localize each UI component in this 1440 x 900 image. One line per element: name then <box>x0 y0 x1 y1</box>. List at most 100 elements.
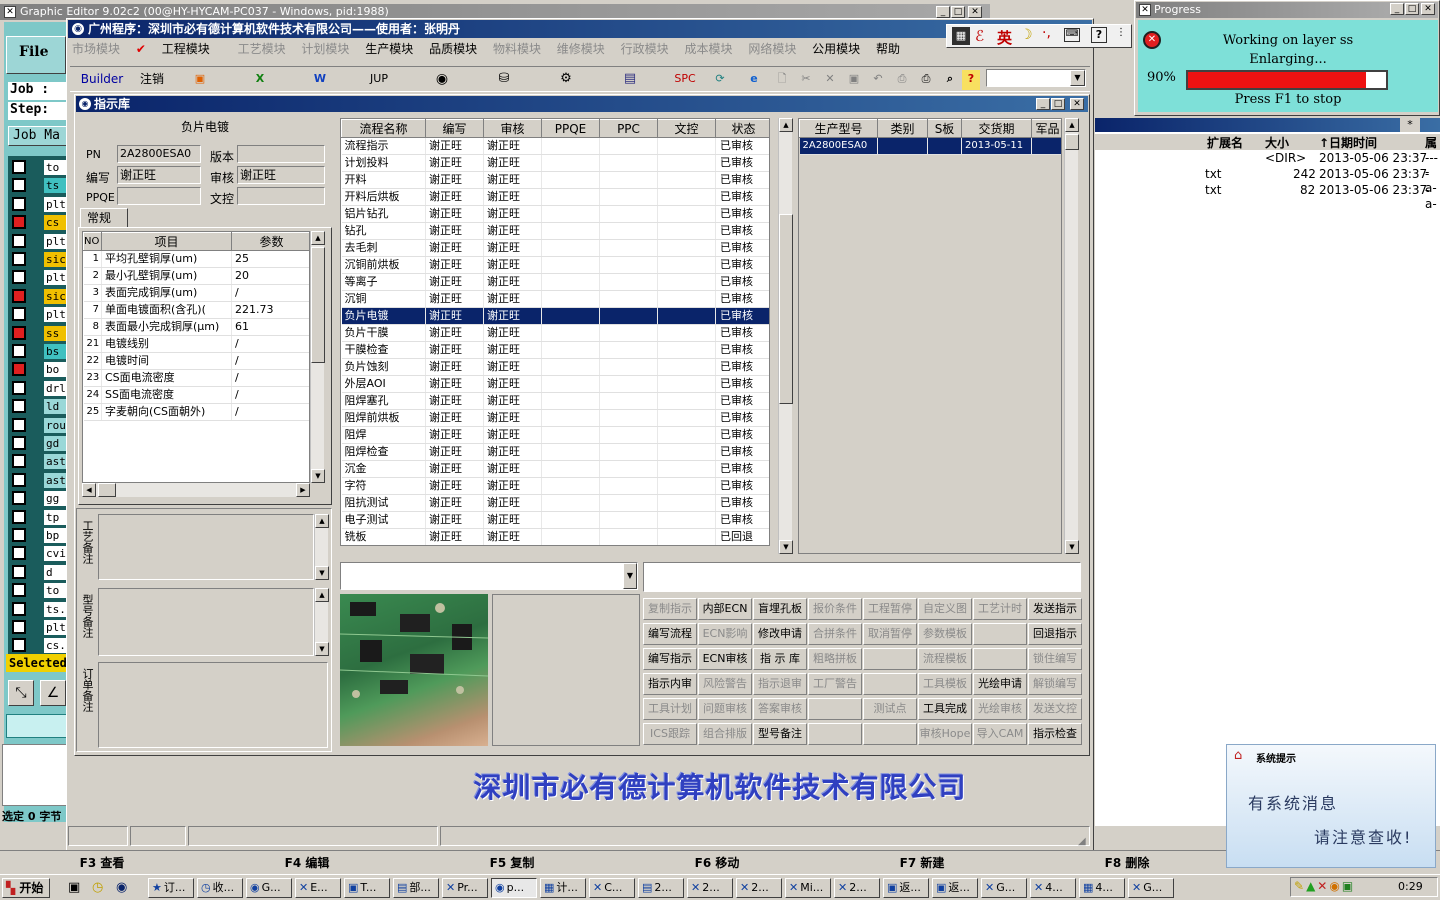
ime-help-icon[interactable]: ? <box>1091 27 1107 43</box>
layer-label[interactable]: ss <box>44 325 66 341</box>
help-icon[interactable]: ? <box>962 70 980 90</box>
layer-checkbox[interactable] <box>12 454 26 469</box>
function-button[interactable]: 流程模板 <box>918 648 972 670</box>
layer-checkbox[interactable] <box>12 160 26 174</box>
note-model-scrollbar[interactable]: ▲ ▼ <box>314 588 329 656</box>
layer-label[interactable]: plt <box>44 233 66 249</box>
function-button[interactable] <box>808 698 862 720</box>
fkey-f7[interactable]: F7 新建 <box>822 854 1022 871</box>
ie-icon[interactable]: e <box>744 70 764 90</box>
scroll-right-icon[interactable]: ▶ <box>296 483 310 497</box>
function-button[interactable]: 测试点 <box>863 698 917 720</box>
layer-checkbox[interactable] <box>12 270 26 285</box>
scroll-thumb[interactable] <box>1065 134 1079 150</box>
layer-label[interactable]: plt <box>44 620 66 635</box>
menu-planning[interactable]: 计划模块 <box>301 40 349 58</box>
menu-market[interactable]: 市场模块 <box>72 40 120 58</box>
layer-checkbox[interactable] <box>12 417 26 432</box>
refresh-icon[interactable]: ⟳ <box>710 70 730 90</box>
flow-row[interactable]: 流程指示 谢正旺 谢正旺 已审核 <box>341 137 769 155</box>
param-row[interactable]: 7 单面电镀面积(含孔)(221.73 <box>83 301 309 319</box>
layer-checkbox[interactable] <box>12 252 26 266</box>
layer-label[interactable]: rou <box>44 417 66 433</box>
flow-col-ppc[interactable]: PPC <box>599 119 658 138</box>
ime-options-icon[interactable]: ⋮ <box>1116 27 1126 38</box>
prod-col-s-board[interactable]: S板 <box>927 119 962 138</box>
layer-checkbox[interactable] <box>12 509 26 524</box>
function-button[interactable]: 粗略拼板 <box>808 648 862 670</box>
menu-production[interactable]: 生产模块 <box>365 40 413 58</box>
taskbar-item[interactable]: ✕ 2... <box>736 878 782 898</box>
function-button[interactable]: 组合排版 <box>698 723 752 745</box>
param-row[interactable]: 8 表面最小完成铜厚(μm) 61 <box>83 318 309 336</box>
file-row[interactable]: <DIR> 2013-05-06 23:37 ---- <box>1095 151 1440 179</box>
flow-row[interactable]: 沉铜 谢正旺 谢正旺 已审核 <box>341 290 769 308</box>
layer-checkbox[interactable] <box>12 215 26 230</box>
layer-checkbox[interactable] <box>12 399 26 414</box>
param-row[interactable]: 3 表面完成铜厚(um) / <box>83 284 309 302</box>
flow-col-review[interactable]: 审核 <box>483 119 542 138</box>
col-size[interactable]: 大小 <box>1265 134 1289 151</box>
scroll-up-icon[interactable]: ▲ <box>1065 118 1079 132</box>
taskbar-item[interactable]: ★ 订... <box>148 878 194 898</box>
flow-row[interactable]: 阻焊前烘板 谢正旺 谢正旺 已审核 <box>341 409 769 427</box>
flow-col-author[interactable]: 编写 <box>425 119 484 138</box>
editor-minimize-button[interactable]: _ <box>936 6 950 18</box>
scroll-up-icon[interactable]: ▲ <box>315 514 329 528</box>
layer-label[interactable]: to <box>44 160 66 175</box>
eye-icon[interactable]: ◉ <box>430 70 454 90</box>
fkey-f6[interactable]: F6 移动 <box>617 854 817 871</box>
layer-label[interactable]: sic <box>44 252 66 267</box>
file-list-header[interactable]: 扩展名 大小 ↑日期时间 属 <box>1095 134 1440 150</box>
layer-checkbox[interactable] <box>12 620 26 634</box>
ime-logo-icon[interactable]: ▦ <box>952 27 970 45</box>
function-button[interactable]: 编写流程 <box>643 623 697 645</box>
scroll-down-icon[interactable]: ▼ <box>311 469 325 483</box>
note-order-field[interactable] <box>98 662 328 748</box>
function-button[interactable]: 盲埋孔板 <box>753 598 807 620</box>
function-button[interactable]: 编写指示 <box>643 648 697 670</box>
fkey-f3[interactable]: F3 查看 <box>2 854 202 871</box>
flow-row[interactable]: 阻抗测试 谢正旺 谢正旺 已审核 <box>341 494 769 512</box>
zoom-fit-icon[interactable]: ⤡ <box>8 680 34 706</box>
scroll-up-icon[interactable]: ▲ <box>311 231 325 245</box>
flow-row[interactable]: 阻焊检查 谢正旺 谢正旺 已审核 <box>341 443 769 461</box>
ime-moon-icon[interactable]: ☽ <box>1020 27 1033 43</box>
taskbar-item[interactable]: ✕ Pr... <box>442 878 488 898</box>
function-button[interactable] <box>973 623 1027 645</box>
taskbar-item[interactable]: ✕ Mi... <box>785 878 831 898</box>
function-button[interactable]: 工具计划 <box>643 698 697 720</box>
start-button[interactable]: ▚ 开始 <box>2 878 50 898</box>
layer-label[interactable]: bp <box>44 528 66 543</box>
function-button[interactable]: 修改申请 <box>753 623 807 645</box>
database-icon[interactable]: ⛁ <box>494 70 514 90</box>
flow-row[interactable]: 负片干膜 谢正旺 谢正旺 已审核 <box>341 324 769 342</box>
taskbar-item[interactable]: ▣ 返... <box>932 878 978 898</box>
flow-col-doc[interactable]: 文控 <box>657 119 716 138</box>
flow-row[interactable]: 电子测试 谢正旺 谢正旺 已审核 <box>341 511 769 529</box>
function-button[interactable]: 报价条件 <box>808 598 862 620</box>
ime-punct-icon[interactable]: ·, <box>1042 25 1051 41</box>
layer-label[interactable]: to <box>44 583 66 599</box>
col-date[interactable]: ↑日期时间 <box>1319 134 1377 151</box>
scroll-down-icon[interactable]: ▼ <box>779 540 793 554</box>
flow-col-status[interactable]: 状态 <box>715 119 769 138</box>
editor-maximize-button[interactable]: □ <box>951 6 965 18</box>
menu-common[interactable]: 公用模块 <box>812 40 860 58</box>
progress-minimize-button[interactable]: _ <box>1390 3 1404 15</box>
layer-checkbox[interactable] <box>12 436 26 450</box>
flow-row[interactable]: 去毛刺 谢正旺 谢正旺 已审核 <box>341 239 769 257</box>
stop-icon[interactable]: ✕ <box>1143 31 1161 49</box>
taskbar-item[interactable]: ▤ 部... <box>393 878 439 898</box>
flow-row[interactable]: 外层AOI 谢正旺 谢正旺 已审核 <box>341 375 769 393</box>
function-button[interactable] <box>808 723 862 745</box>
param-row[interactable]: 23 CS面电流密度 / <box>83 369 309 387</box>
prod-col-delivery[interactable]: 交货期 <box>961 119 1032 138</box>
flow-row[interactable]: 铝片钻孔 谢正旺 谢正旺 已审核 <box>341 205 769 223</box>
layer-label[interactable]: sic <box>44 288 66 304</box>
param-row[interactable]: 24 SS面电流密度 / <box>83 386 309 404</box>
note-process-field[interactable] <box>98 514 314 580</box>
function-button[interactable]: 光绘审核 <box>973 698 1027 720</box>
layer-label[interactable]: ts. <box>44 601 66 617</box>
taskbar-item[interactable]: ◷ 收... <box>197 878 243 898</box>
